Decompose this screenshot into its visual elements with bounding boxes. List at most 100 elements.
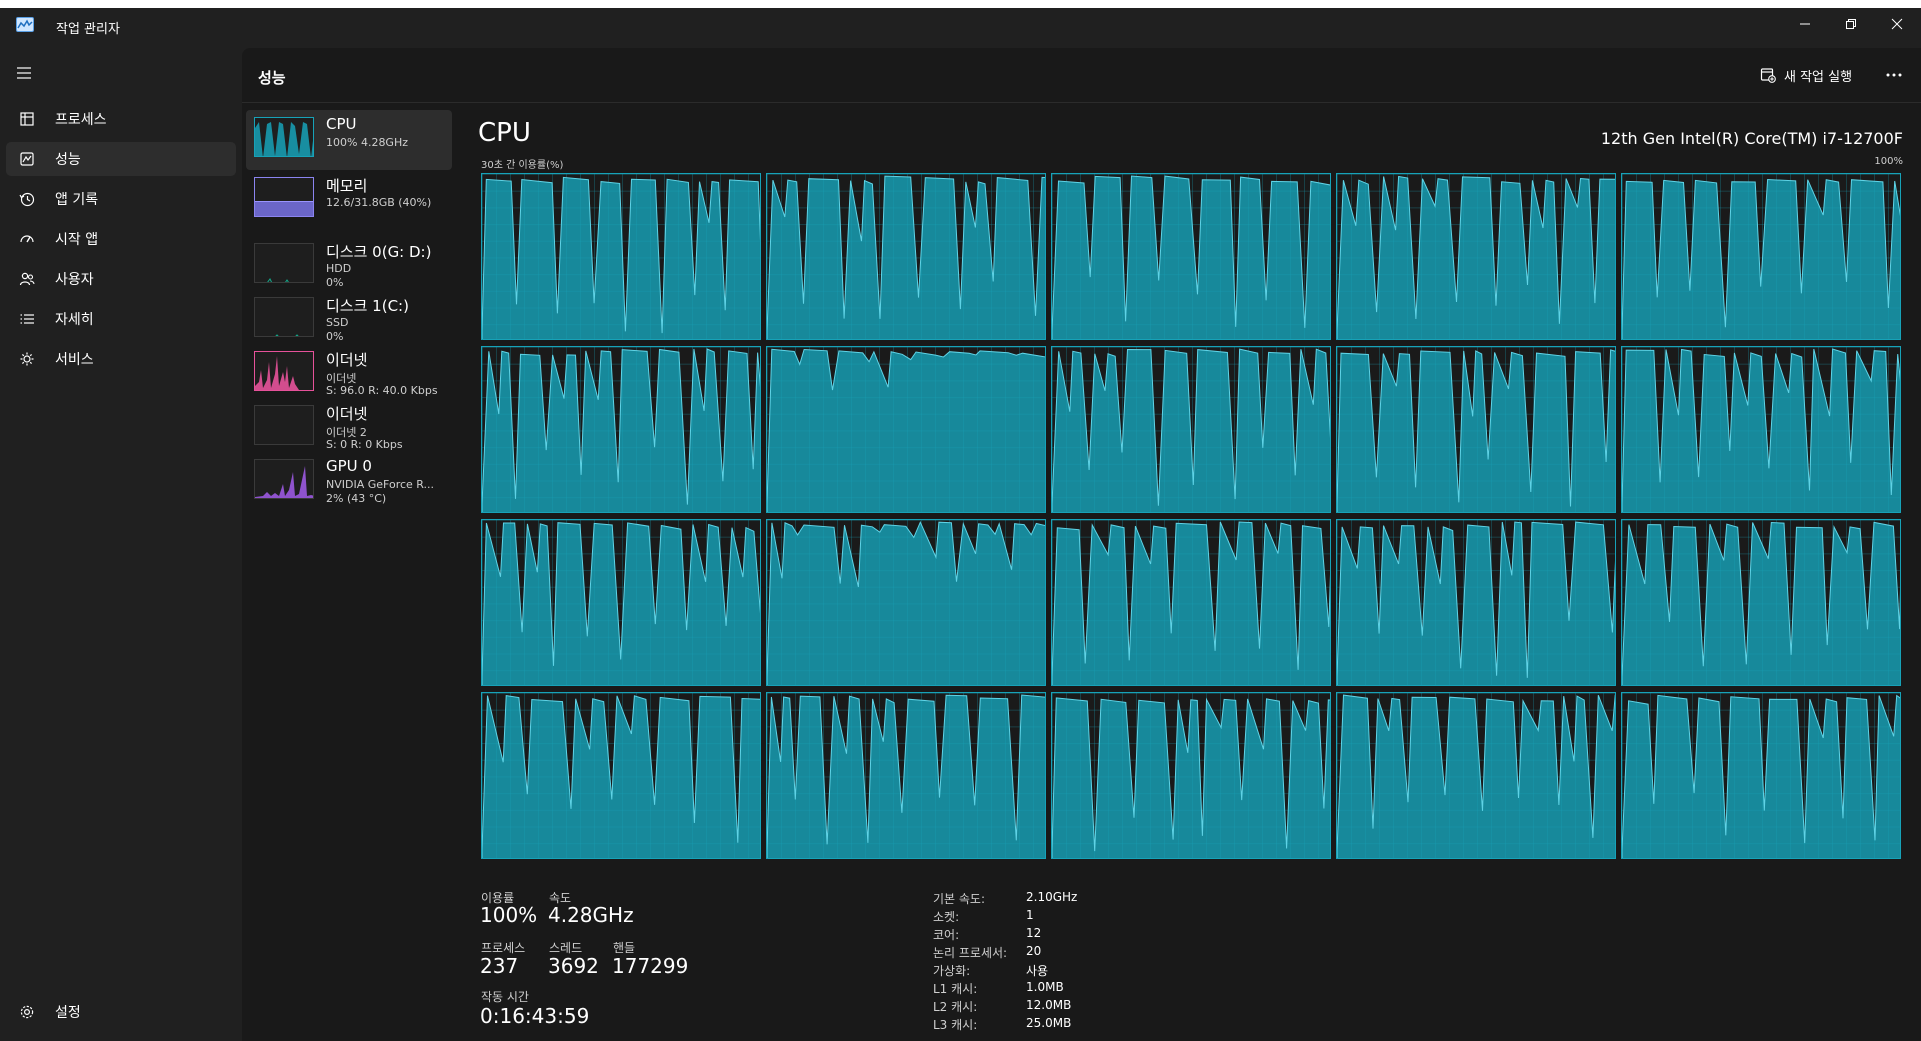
nav-item-label: 프로세스 [55,112,107,128]
device-disk-0[interactable]: 디스크 0(G: D:) HDD 0% [246,236,452,296]
logical-processor-graph [1621,519,1901,686]
logical-processor-graph [1621,692,1901,859]
processes-icon [17,109,37,129]
core-usage-area [1622,694,1900,858]
core-usage-area [1337,521,1615,685]
nav-item-settings[interactable]: 설정 [6,995,236,1029]
cpu-model: 12th Gen Intel(R) Core(TM) i7-12700F [1600,129,1903,148]
task-manager-window: 작업 관리자 프로세스 성능 앱 기록 시작 앱 사용자 자세히 서비스 설정 … [0,8,1921,1041]
core-usage-area [1052,175,1330,339]
core-usage-area [1052,697,1330,858]
device-cpu[interactable]: CPU 100% 4.28GHz [246,110,452,170]
header-divider [242,102,1921,103]
logical-processor-graph [1336,346,1616,513]
device-thumbnail [254,459,314,499]
more-options-button[interactable] [1882,64,1906,86]
close-icon [1891,18,1903,30]
logical-processor-graph [1336,692,1616,859]
startup-apps-icon [17,229,37,249]
title-bar: 작업 관리자 [0,8,1921,48]
device-name: 디스크 1(C:) [326,297,409,315]
core-usage-area [1337,349,1615,512]
spec-value: 1.0MB [1026,980,1064,994]
logical-processor-graph [766,173,1046,340]
spec-value: 1 [1026,908,1034,922]
window-title: 작업 관리자 [56,22,120,37]
device-throughput: S: 96.0 R: 40.0 Kbps [326,384,438,397]
gear-icon [17,1002,37,1022]
new-task-icon [1760,68,1776,83]
nav-item-performance[interactable]: 성능 [6,142,236,176]
performance-page: 성능 새 작업 실행 CPU 100% 4.28GHz 메모리 12.6/31.… [242,48,1921,1041]
device-detail: 12.6/31.8GB (40%) [326,196,432,209]
gpu-mini-graph [255,466,313,498]
spec-value: 사용 [1026,964,1049,978]
device-ethernet[interactable]: 이더넷 이더넷 S: 96.0 R: 40.0 Kbps [246,344,452,404]
logical-processor-graph [481,346,761,513]
logical-processor-graph [1051,173,1331,340]
device-memory[interactable]: 메모리 12.6/31.8GB (40%) [246,170,452,230]
cpu-title: CPU [478,118,531,148]
utilization-graph-max: 100% [1874,156,1903,167]
device-throughput: S: 0 R: 0 Kbps [326,438,403,451]
spec-label: L1 캐시: [933,982,978,996]
restore-button[interactable] [1828,8,1874,40]
device-disk-1[interactable]: 디스크 1(C:) SSD 0% [246,290,452,350]
spec-value: 25.0MB [1026,1016,1072,1030]
device-name: GPU 0 [326,457,372,475]
nav-item-label: 자세히 [55,312,94,328]
spec-label: 논리 프로세서: [933,946,1008,960]
logical-processor-graph [1336,519,1616,686]
nav-item-label: 사용자 [55,272,94,288]
device-ethernet-2[interactable]: 이더넷 이더넷 2 S: 0 R: 0 Kbps [246,398,452,458]
device-thumbnail [254,351,314,391]
handles-value: 177299 [612,954,689,978]
device-usage: 2% (43 °C) [326,492,387,505]
logical-processor-graph [481,519,761,686]
details-icon [17,309,37,329]
logical-processor-graph [1051,692,1331,859]
device-name: 디스크 0(G: D:) [326,243,432,261]
spec-label: L3 캐시: [933,1018,978,1032]
logical-processor-graph [766,346,1046,513]
hamburger-menu-icon[interactable] [14,65,36,81]
threads-value: 3692 [548,954,599,978]
device-usage: 0% [326,330,344,343]
device-type: SSD [326,316,349,329]
close-button[interactable] [1874,8,1920,40]
nav-item-services[interactable]: 서비스 [6,342,236,376]
device-name: CPU [326,115,357,133]
ethernet-mini-graph [255,356,313,390]
logical-processor-graph [1051,346,1331,513]
run-new-task-button[interactable]: 새 작업 실행 [1760,62,1852,88]
core-usage-area [1337,694,1615,858]
device-gpu-0[interactable]: GPU 0 NVIDIA GeForce R... 2% (43 °C) [246,452,452,512]
core-usage-area [1052,348,1330,512]
nav-item-processes[interactable]: 프로세스 [6,102,236,136]
disk-mini-graph [267,278,289,282]
logical-processor-graphs [481,173,1901,859]
device-type: HDD [326,262,352,275]
spec-value: 2.10GHz [1026,890,1078,904]
logical-processor-graph [1621,346,1901,513]
minimize-button[interactable] [1782,8,1828,40]
logical-processor-graph [481,692,761,859]
nav-item-startup-apps[interactable]: 시작 앱 [6,222,236,256]
core-usage-area [767,175,1045,339]
new-task-label: 새 작업 실행 [1784,69,1853,85]
processes-value: 237 [480,954,519,978]
logical-processor-graph [1336,173,1616,340]
navigation-pane: 프로세스 성능 앱 기록 시작 앱 사용자 자세히 서비스 설정 [0,48,242,1041]
logical-processor-graph [766,519,1046,686]
nav-item-details[interactable]: 자세히 [6,302,236,336]
core-usage-area [482,176,760,339]
device-thumbnail [254,297,314,337]
nav-item-label: 시작 앱 [55,232,99,248]
device-usage: 0% [326,276,344,289]
nav-item-users[interactable]: 사용자 [6,262,236,296]
spec-label: 소켓: [933,910,960,924]
core-usage-area [1337,175,1615,339]
nav-item-app-history[interactable]: 앱 기록 [6,182,236,216]
core-usage-area [767,520,1045,685]
spec-label: 기본 속도: [933,892,986,906]
